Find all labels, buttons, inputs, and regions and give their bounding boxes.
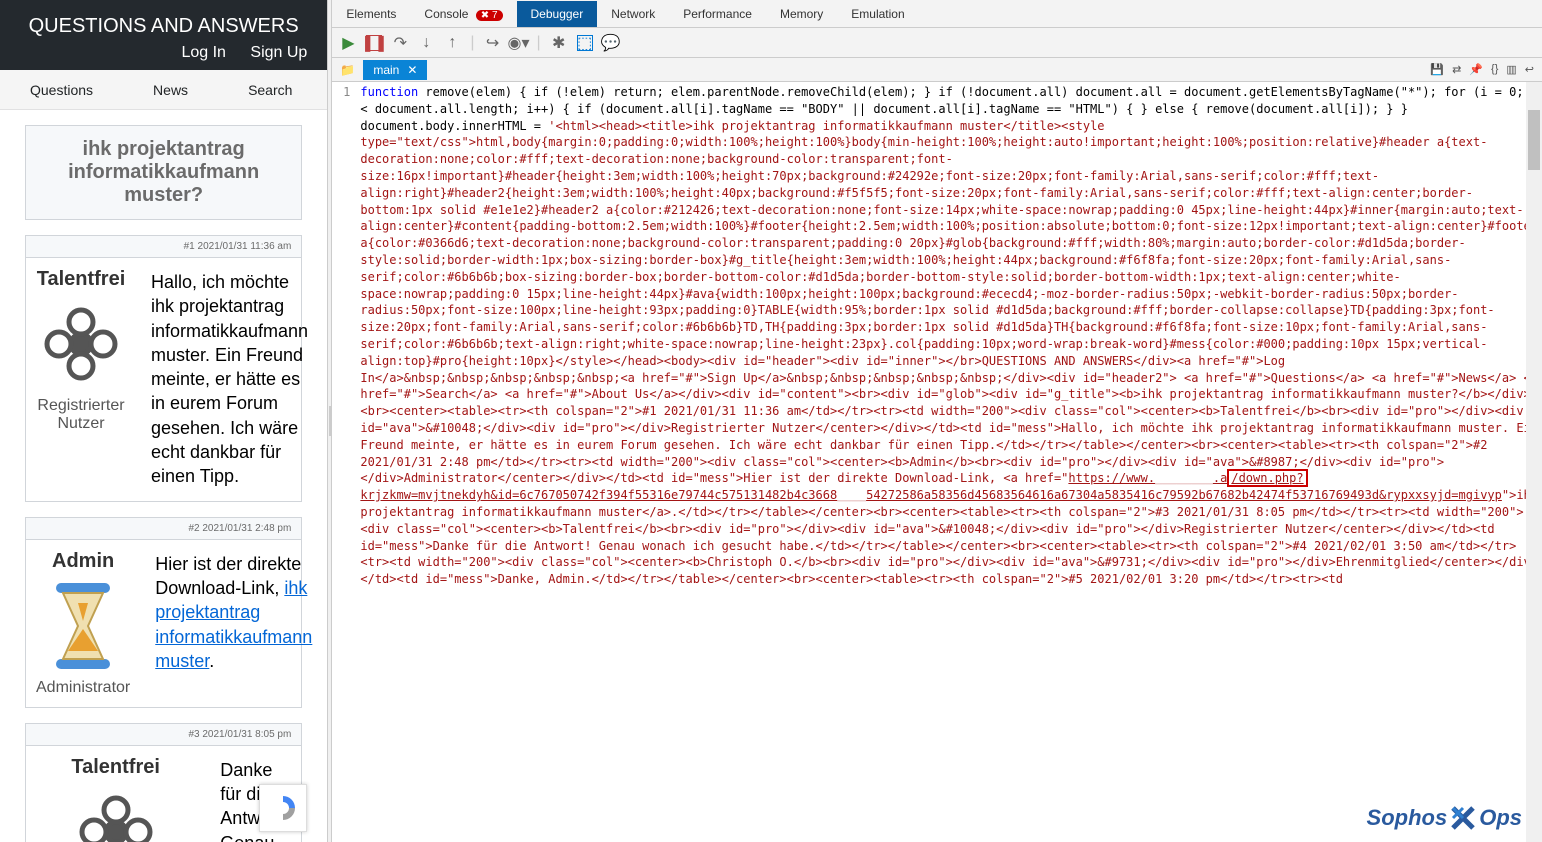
tab-network[interactable]: Network — [597, 1, 669, 27]
post-user-col: Admin Administrator — [26, 540, 140, 707]
code-keyword: function — [360, 85, 418, 99]
nav-questions[interactable]: Questions — [0, 82, 123, 98]
post-username: Talentfrei — [36, 756, 195, 779]
code-string: '<html><head><title>ihk projektantrag in… — [360, 119, 1542, 486]
pretty-print-icon[interactable]: {} — [1491, 63, 1498, 76]
forum-post: #2 2021/01/31 2:48 pm Admin Administrato… — [25, 517, 302, 708]
chat-icon[interactable]: 💬 — [603, 35, 619, 51]
step-out-icon[interactable]: ↑ — [444, 35, 460, 51]
sophos-watermark: Sophos Ops — [1367, 804, 1522, 832]
watermark-text: Sophos — [1367, 805, 1448, 831]
post-user-col: Talentfrei Registrierter Nutzer — [26, 258, 136, 501]
hourglass-icon — [38, 581, 128, 671]
flower-icon — [71, 787, 161, 842]
devtools-tabs: Elements Console ✖ 7 Debugger Network Pe… — [332, 0, 1542, 28]
nav-bar: Questions News Search About Us — [0, 70, 327, 110]
folder-icon[interactable]: 📁 — [332, 63, 363, 77]
signup-link[interactable]: Sign Up — [250, 44, 307, 61]
step-over-icon[interactable]: ↷ — [392, 35, 408, 51]
line-gutter: 1 — [332, 82, 356, 842]
file-tab-label: main — [373, 63, 399, 77]
post-user-col: Talentfrei — [26, 746, 205, 842]
pin-icon[interactable]: 📌 — [1469, 63, 1483, 76]
pause-icon[interactable]: ❚❚ — [366, 35, 382, 51]
tab-console[interactable]: Console ✖ 7 — [410, 1, 516, 27]
post-message: Hallo, ich möchte ihk projektantrag info… — [136, 258, 323, 501]
tab-elements[interactable]: Elements — [332, 1, 410, 27]
post-meta: #2 2021/01/31 2:48 pm — [26, 518, 301, 540]
break-new-worker-icon[interactable]: ✱ — [551, 35, 567, 51]
recaptcha-badge[interactable] — [259, 784, 307, 832]
code-after-url: ">ihk projektantrag informatikkaufmann m… — [360, 488, 1542, 586]
post-meta: #1 2021/01/31 11:36 am — [26, 236, 301, 258]
post-message: Hier ist der direkte Download-Link, ihk … — [140, 540, 327, 707]
step-icon[interactable]: ↪ — [485, 35, 501, 51]
vertical-scrollbar[interactable] — [1526, 82, 1542, 842]
message-text-post: . — [209, 651, 214, 671]
highlighted-url-segment: /down.php? — [1227, 469, 1307, 487]
chart-icon[interactable]: ▥ — [1506, 63, 1516, 76]
post-username: Talentfrei — [36, 268, 126, 291]
question-title: ihk projektantrag informatikkaufmann mus… — [25, 125, 302, 220]
login-link[interactable]: Log In — [181, 44, 225, 61]
source-file-tabs: 📁 main ✕ 💾 ⇄ 📌 {} ▥ ↩ — [332, 58, 1542, 82]
forum-page: QUESTIONS AND ANSWERS Log In Sign Up Que… — [0, 0, 327, 842]
devtools-panel: Elements Console ✖ 7 Debugger Network Pe… — [332, 0, 1542, 842]
tab-debugger[interactable]: Debugger — [517, 1, 598, 27]
source-code[interactable]: function remove(elem) { if (!elem) retur… — [356, 82, 1542, 842]
page-title: QUESTIONS AND ANSWERS — [0, 3, 327, 38]
nav-news[interactable]: News — [123, 82, 218, 98]
forum-post: #1 2021/01/31 11:36 am Talentfrei Regist… — [25, 235, 302, 502]
break-exception-icon[interactable]: ◉▾ — [511, 35, 527, 51]
wrap-icon[interactable]: ↩ — [1525, 63, 1534, 76]
post-meta: #3 2021/01/31 8:05 pm — [26, 724, 301, 746]
post-user-role: Administrator — [36, 679, 130, 697]
scroll-thumb[interactable] — [1528, 110, 1540, 170]
debugger-toolbar: ▶ ❚❚ ↷ ↓ ↑ | ↪ ◉▾ | ✱ ⬚ 💬 — [332, 28, 1542, 58]
play-icon[interactable]: ▶ — [340, 35, 356, 51]
post-username: Admin — [36, 550, 130, 573]
tab-emulation[interactable]: Emulation — [837, 1, 918, 27]
tab-console-label: Console — [424, 7, 468, 21]
source-code-pane[interactable]: 1 function remove(elem) { if (!elem) ret… — [332, 82, 1542, 842]
dom-highlight-icon[interactable]: ⬚ — [577, 35, 593, 51]
content-area: ihk projektantrag informatikkaufmann mus… — [0, 110, 327, 842]
tab-memory[interactable]: Memory — [766, 1, 837, 27]
watermark-text: Ops — [1479, 805, 1522, 831]
tab-performance[interactable]: Performance — [669, 1, 766, 27]
source-toolbar-right: 💾 ⇄ 📌 {} ▥ ↩ — [1430, 63, 1542, 76]
file-tab-main[interactable]: main ✕ — [363, 60, 427, 80]
console-error-badge: ✖ 7 — [476, 10, 503, 21]
nav-search[interactable]: Search — [218, 82, 322, 98]
post-user-role: Registrierter Nutzer — [36, 397, 126, 433]
site-header: QUESTIONS AND ANSWERS Log In Sign Up — [0, 0, 327, 70]
close-icon[interactable]: ✕ — [407, 63, 417, 77]
auth-links: Log In Sign Up — [0, 38, 327, 70]
line-number: 1 — [334, 84, 350, 101]
flower-icon — [36, 299, 126, 389]
x-icon — [1449, 804, 1477, 832]
step-into-icon[interactable]: ↓ — [418, 35, 434, 51]
message-text-pre: Hier ist der direkte Download-Link, — [155, 554, 301, 598]
compare-icon[interactable]: ⇄ — [1452, 63, 1461, 76]
save-icon[interactable]: 💾 — [1430, 63, 1444, 76]
